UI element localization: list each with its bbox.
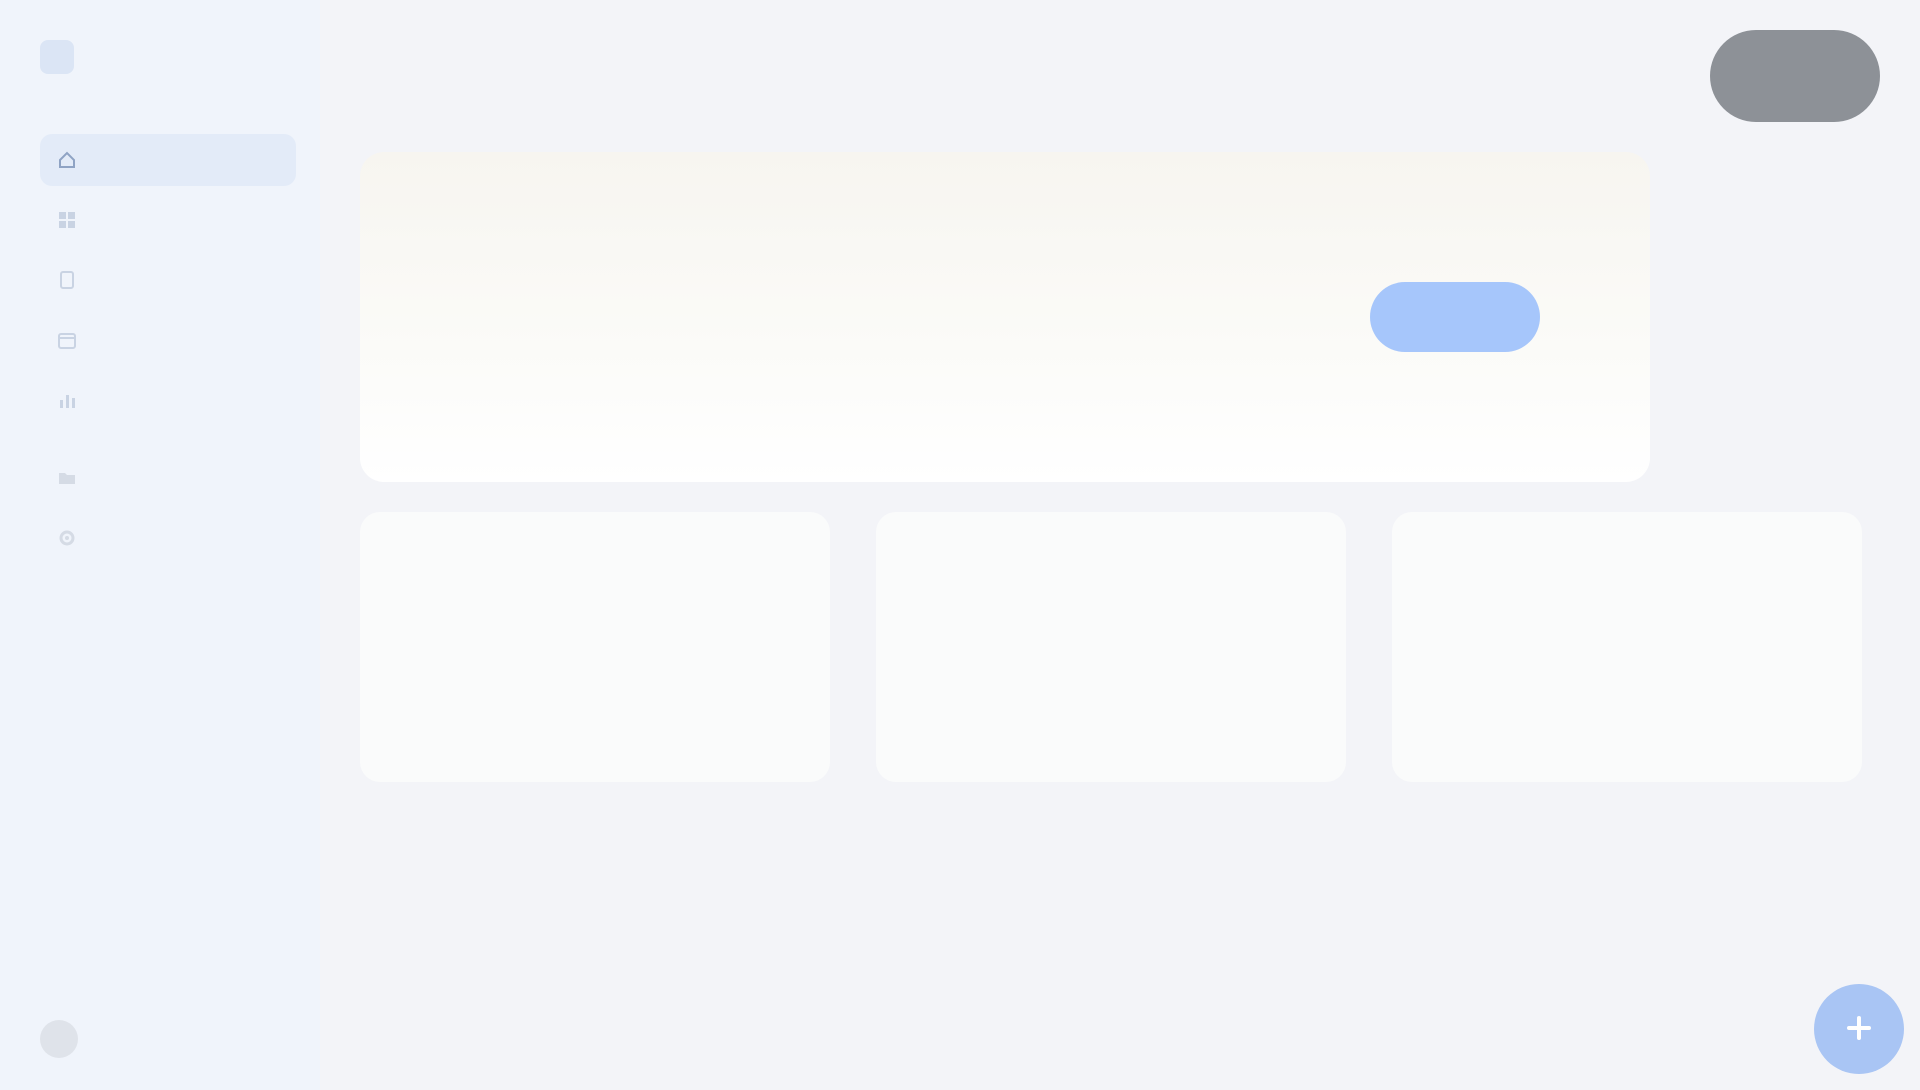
document-icon [56,269,78,291]
sidebar-item-folders[interactable] [40,452,296,504]
sidebar-item-grid[interactable] [40,194,296,246]
sidebar-item-settings[interactable] [40,512,296,564]
card-row [360,512,1880,782]
sidebar-item-analytics[interactable] [40,374,296,426]
calendar-icon [56,329,78,351]
app-window [0,0,1920,1090]
floating-action-button[interactable] [1814,984,1904,1074]
card[interactable] [876,512,1346,782]
avatar [40,1020,78,1058]
topbar [360,30,1880,122]
card[interactable] [360,512,830,782]
sidebar-item-home[interactable] [40,134,296,186]
profile-button[interactable] [1710,30,1880,122]
hero-banner [360,152,1650,482]
sidebar-footer[interactable] [40,1020,90,1058]
grid-icon [56,209,78,231]
sidebar-item-calendar[interactable] [40,314,296,366]
card[interactable] [1392,512,1862,782]
main-content [320,0,1920,1090]
logo-icon [40,40,74,74]
sidebar [0,0,320,1090]
hero-cta-button[interactable] [1370,282,1540,352]
settings-icon [56,527,78,549]
plus-icon [1843,1012,1875,1047]
sidebar-item-documents[interactable] [40,254,296,306]
topbar-actions [1710,30,1880,122]
home-icon [56,149,78,171]
chart-icon [56,389,78,411]
folder-icon [56,467,78,489]
brand-row[interactable] [40,40,296,74]
